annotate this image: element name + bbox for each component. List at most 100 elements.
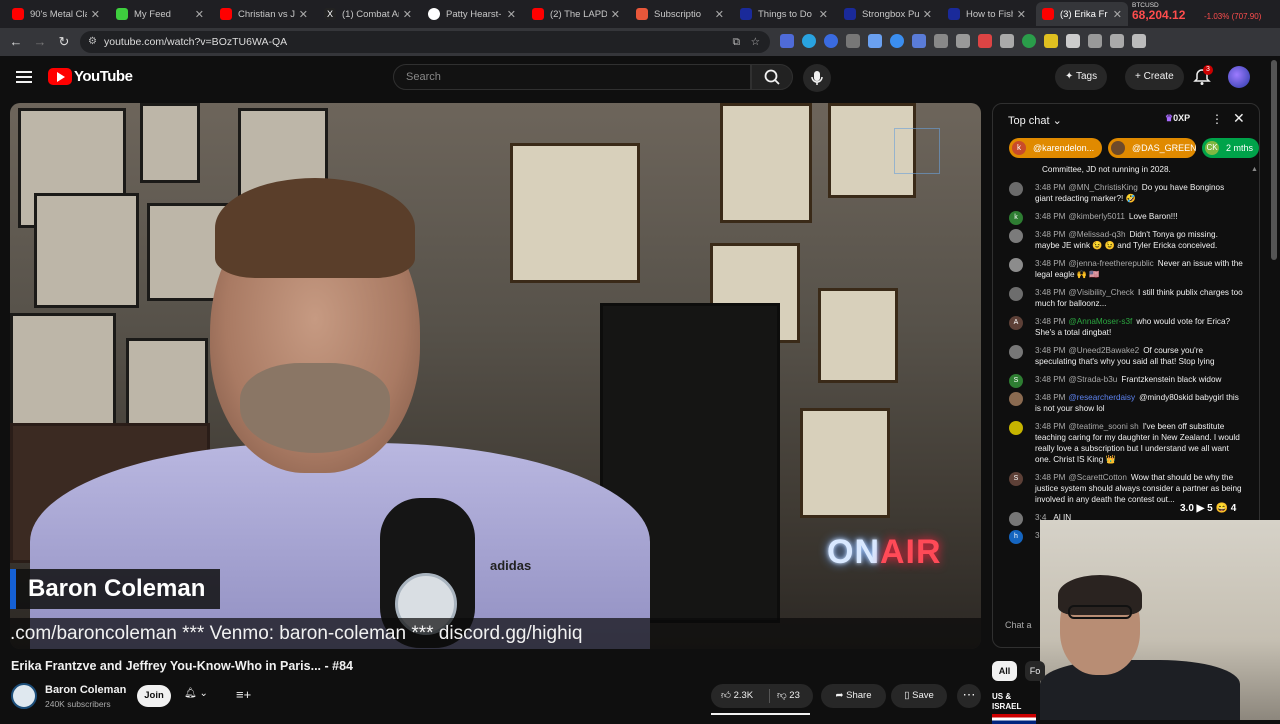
chat-mode-dropdown[interactable]: Top chat ⌄	[1008, 114, 1062, 127]
ticker-chip[interactable]: CK 2 mths	[1202, 138, 1259, 158]
browser-tab[interactable]: Patty Hearst- H ✕	[422, 2, 522, 26]
chat-author-avatar[interactable]	[1009, 258, 1023, 272]
ticker-chip[interactable]: k @karendelon...	[1009, 138, 1102, 158]
chip-for[interactable]: Fo	[1025, 661, 1045, 681]
puzzle-extensions-icon[interactable]	[1066, 34, 1080, 48]
extension-icon[interactable]	[824, 34, 838, 48]
chat-author-name[interactable]: @Visibility_Check	[1069, 288, 1135, 297]
browser-tab[interactable]: Christian vs Jew ✕	[214, 2, 314, 26]
extension-icon[interactable]	[978, 34, 992, 48]
chat-message[interactable]: 3:48 PM @MN_ChristisKing Do you have Bongi…	[993, 182, 1251, 204]
share-button[interactable]: ➦ Share	[821, 684, 886, 708]
chat-message[interactable]: A 3:48 PM @AnnaMoser-s3f who would vote for…	[993, 316, 1251, 338]
chat-author-name[interactable]: @Strada-b3u	[1069, 375, 1118, 384]
join-button[interactable]: Join	[137, 685, 171, 707]
chat-author-avatar[interactable]	[1009, 229, 1023, 243]
browser-tab[interactable]: Subscriptio ✕	[630, 2, 730, 26]
extension-icon[interactable]	[934, 34, 948, 48]
chat-author-name[interactable]: @Uneed2Bawake2	[1069, 346, 1140, 355]
close-tab-icon[interactable]: ✕	[507, 8, 516, 21]
history-icon[interactable]	[1088, 34, 1102, 48]
browser-tab[interactable]: How to Fish - C ✕	[942, 2, 1032, 26]
close-tab-icon[interactable]: ✕	[819, 8, 828, 21]
chat-more-icon[interactable]: ⋮	[1211, 112, 1223, 126]
channel-name[interactable]: Baron Coleman	[45, 684, 126, 696]
close-tab-icon[interactable]: ✕	[195, 8, 204, 21]
browser-tab[interactable]: X (1) Combat Arc ✕	[318, 2, 418, 26]
close-tab-icon[interactable]: ✕	[715, 8, 724, 21]
chat-author-avatar[interactable]	[1009, 182, 1023, 196]
extension-icon[interactable]	[890, 34, 904, 48]
extension-icon[interactable]	[1044, 34, 1058, 48]
browser-tab[interactable]: (2) The LAPD S ✕	[526, 2, 626, 26]
browser-tab[interactable]: Strongbox Puzz ✕	[838, 2, 938, 26]
chat-author-avatar[interactable]: S	[1009, 374, 1023, 388]
like-button[interactable]: 👍︎ 2.3K	[721, 684, 753, 708]
close-tab-icon[interactable]: ✕	[1017, 8, 1026, 21]
chat-author-avatar[interactable]: A	[1009, 316, 1023, 330]
chat-message[interactable]: 3:48 PM @researcherdaisy @mindy80skid baby…	[993, 392, 1251, 414]
close-tab-icon[interactable]: ✕	[1113, 8, 1122, 21]
extension-icon[interactable]	[780, 34, 794, 48]
close-tab-icon[interactable]: ✕	[923, 8, 932, 21]
btc-ticker-widget[interactable]: BTCUSD 68,204.12 -1.03% (707.90)	[1132, 2, 1272, 28]
cast-icon[interactable]: ⧉	[733, 31, 741, 53]
close-tab-icon[interactable]: ✕	[299, 8, 308, 21]
back-icon[interactable]: ←	[8, 34, 24, 50]
address-bar[interactable]: ⚙ youtube.com/watch?v=BOzTU6WA-QA ⧉ ☆	[80, 31, 770, 53]
extension-icon[interactable]	[868, 34, 882, 48]
hamburger-menu-icon[interactable]	[16, 68, 32, 86]
chat-author-name[interactable]: @researcherdaisy	[1069, 393, 1136, 402]
chat-author-name[interactable]: @teatime_sooni sh	[1069, 422, 1139, 431]
browser-tab[interactable]: Things to Do Fi ✕	[734, 2, 834, 26]
chat-author-name[interactable]: @ScarettCotton	[1069, 473, 1127, 482]
chat-message[interactable]: 3:48 PM @jenna-freetherepublic Never an is…	[993, 258, 1251, 280]
chat-author-avatar[interactable]	[1009, 287, 1023, 301]
chat-author-avatar[interactable]: k	[1009, 211, 1023, 225]
close-tab-icon[interactable]: ✕	[403, 8, 412, 21]
chat-author-name[interactable]: @AnnaMoser-s3f	[1069, 317, 1133, 326]
promo-thumbnail[interactable]: US & ISRAEL	[992, 692, 1042, 724]
browser-tab-active[interactable]: (3) Erika Fr ✕	[1036, 2, 1128, 26]
devtools-icon[interactable]	[1132, 34, 1146, 48]
create-button[interactable]: + Create	[1125, 64, 1184, 90]
youtube-logo[interactable]: YouTube	[48, 68, 133, 85]
reload-icon[interactable]: ↻	[56, 34, 72, 50]
subscription-bell-button[interactable]: 🔔︎ ⌄	[184, 688, 220, 704]
forward-icon[interactable]: →	[32, 34, 48, 50]
ticker-chip[interactable]: @DAS_GREEN	[1108, 138, 1196, 158]
chat-message[interactable]: 3:48 PM @Melissad-q3h Didn't Tonya go miss…	[993, 229, 1251, 251]
chat-input[interactable]: Chat a	[1005, 620, 1045, 638]
chat-author-name[interactable]: @Melissad-q3h	[1069, 230, 1126, 239]
extension-icon[interactable]	[956, 34, 970, 48]
browser-tab[interactable]: My Feed ✕	[110, 2, 210, 26]
voice-search-button[interactable]	[803, 64, 831, 92]
save-button[interactable]: ▯ Save	[891, 684, 947, 708]
chat-message[interactable]: S 3:48 PM @Strada-b3u Frantzkenstein black …	[993, 374, 1251, 388]
chat-close-icon[interactable]: ✕	[1233, 110, 1245, 127]
channel-watermark-icon[interactable]	[894, 128, 940, 174]
chat-message[interactable]: k 3:48 PM @kimberly5011 Love Baron!!!	[993, 211, 1251, 225]
extension-icon[interactable]	[846, 34, 860, 48]
chat-message[interactable]: 3:48 PM @Visibility_Check I still think pu…	[993, 287, 1251, 309]
chat-message[interactable]: Committee, JD not running in 2028.	[993, 164, 1251, 175]
xp-badge[interactable]: ♛0XP	[1165, 113, 1190, 124]
bookmark-star-icon[interactable]: ☆	[751, 31, 760, 53]
account-avatar[interactable]	[1228, 66, 1250, 88]
close-tab-icon[interactable]: ✕	[611, 8, 620, 21]
extension-icon[interactable]	[1022, 34, 1036, 48]
site-info-icon[interactable]: ⚙	[88, 31, 97, 53]
search-button[interactable]	[751, 64, 793, 90]
extension-icon[interactable]	[1000, 34, 1014, 48]
browser-tab[interactable]: 90's Metal Clas ✕	[6, 2, 106, 26]
chat-author-avatar[interactable]: S	[1009, 472, 1023, 486]
search-input[interactable]: Search	[393, 64, 751, 90]
chat-author-name[interactable]: @jenna-freetherepublic	[1069, 259, 1154, 268]
video-player[interactable]: adidas ONAIR Baron Coleman .com/baroncol…	[10, 103, 981, 649]
dislike-button[interactable]: 👎︎ 23	[777, 684, 800, 708]
chat-author-name[interactable]: @MN_ChristisKing	[1069, 183, 1138, 192]
chat-author-name[interactable]: @kimberly5011	[1069, 212, 1125, 221]
page-scrollbar[interactable]	[1271, 60, 1277, 260]
chat-author-avatar[interactable]	[1009, 421, 1023, 435]
chat-message[interactable]: 3:48 PM @teatime_sooni sh I've been off su…	[993, 421, 1251, 465]
